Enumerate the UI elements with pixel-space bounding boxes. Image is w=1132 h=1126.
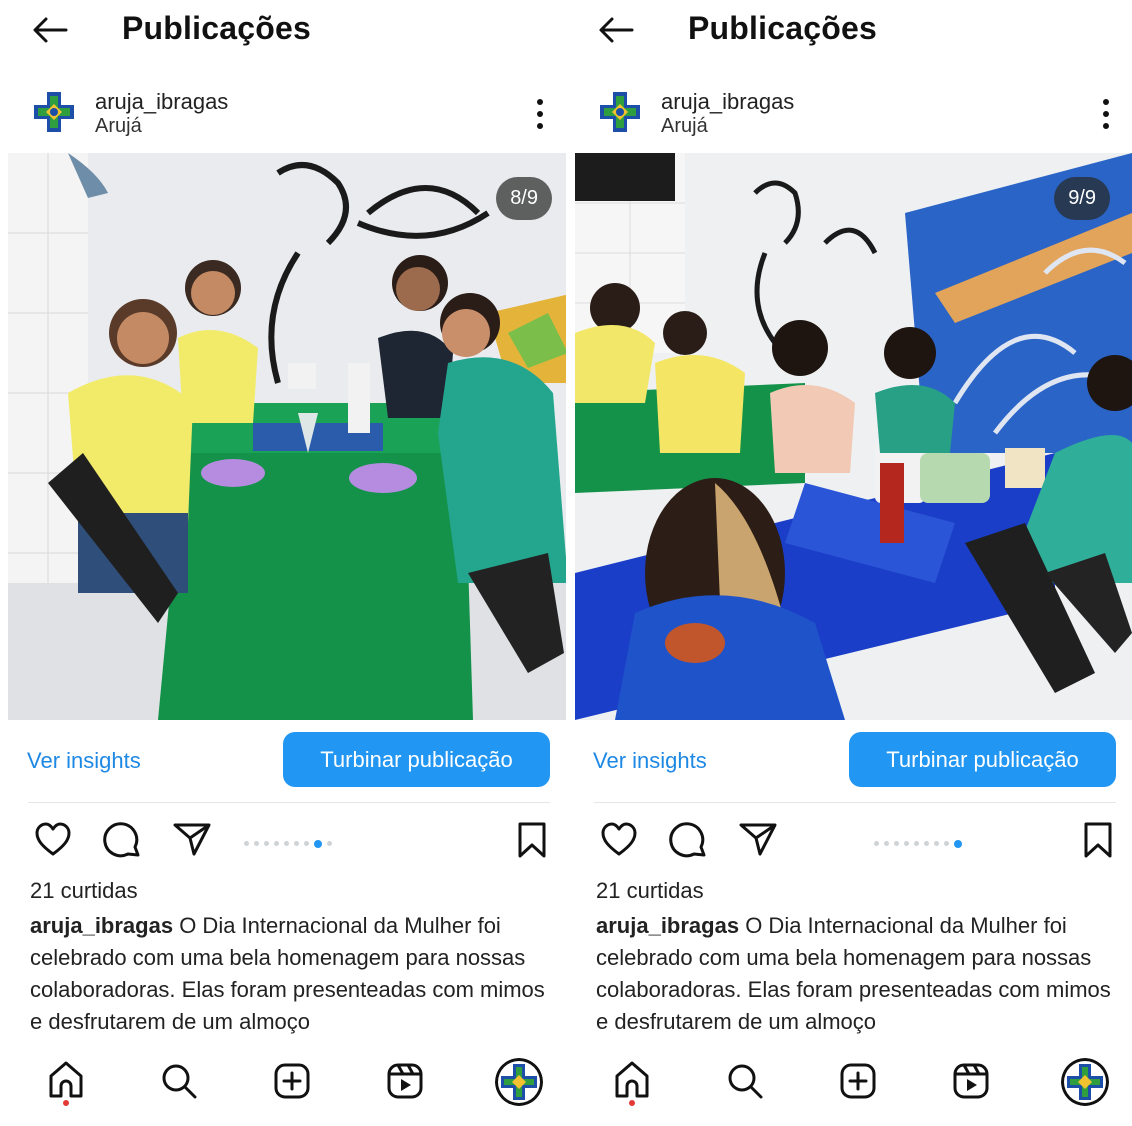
- notification-dot: [63, 1100, 69, 1106]
- divider: [594, 802, 1116, 803]
- notification-dot: [629, 1100, 635, 1106]
- carousel-dot: [294, 841, 299, 847]
- boost-post-button[interactable]: Turbinar publicação: [283, 732, 550, 787]
- avatar-logo-icon: [596, 88, 644, 136]
- carousel-indicator: [244, 835, 337, 848]
- top-bar: Publicações: [566, 0, 1132, 64]
- create-icon[interactable]: [839, 1062, 877, 1100]
- bottom-nav: [0, 1046, 566, 1126]
- share-icon[interactable]: [738, 821, 778, 857]
- caption-username[interactable]: aruja_ibragas: [596, 913, 739, 938]
- post-actions: [0, 815, 566, 865]
- likes-count[interactable]: 21 curtidas: [596, 878, 704, 904]
- carousel-dot: [924, 841, 929, 847]
- carousel-dot: [884, 841, 889, 847]
- back-arrow-icon[interactable]: [30, 10, 70, 50]
- photo-women-at-blue-table: [575, 153, 1132, 720]
- carousel-dot: [254, 841, 259, 847]
- top-bar: Publicações: [0, 0, 566, 64]
- carousel-dot: [914, 841, 919, 847]
- home-icon[interactable]: [612, 1058, 652, 1106]
- carousel-counter: 8/9: [496, 177, 552, 220]
- photo-women-at-green-table: [8, 153, 566, 720]
- boost-post-button[interactable]: Turbinar publicação: [849, 732, 1116, 787]
- bookmark-icon[interactable]: [516, 821, 548, 859]
- bottom-nav: [566, 1046, 1132, 1126]
- avatar-logo-icon: [495, 1058, 543, 1106]
- share-icon[interactable]: [172, 821, 212, 857]
- caption-username[interactable]: aruja_ibragas: [30, 913, 173, 938]
- carousel-dot: [874, 841, 879, 847]
- post-caption: aruja_ibragas O Dia Internacional da Mul…: [30, 910, 555, 1042]
- screen-left: Publicações aruja_ibragas Arujá 8/9 Ver …: [0, 0, 566, 1126]
- create-icon[interactable]: [273, 1062, 311, 1100]
- carousel-dot: [244, 841, 249, 847]
- search-icon[interactable]: [160, 1062, 198, 1100]
- carousel-indicator: [810, 835, 967, 848]
- comment-icon[interactable]: [668, 821, 708, 861]
- home-icon[interactable]: [46, 1058, 86, 1106]
- heart-icon[interactable]: [600, 821, 638, 857]
- view-insights-link[interactable]: Ver insights: [27, 748, 141, 774]
- post-photo[interactable]: 9/9: [575, 153, 1132, 720]
- reels-icon[interactable]: [386, 1062, 424, 1100]
- carousel-dot: [284, 841, 289, 847]
- carousel-dot: [904, 841, 909, 847]
- carousel-dot: [274, 841, 279, 847]
- carousel-dot-active: [954, 839, 962, 848]
- avatar[interactable]: [30, 88, 78, 136]
- likes-count[interactable]: 21 curtidas: [30, 878, 138, 904]
- comment-icon[interactable]: [102, 821, 142, 861]
- reels-icon[interactable]: [952, 1062, 990, 1100]
- more-vertical-icon[interactable]: [1093, 96, 1119, 132]
- carousel-dot: [934, 841, 939, 847]
- carousel-counter: 9/9: [1054, 177, 1110, 220]
- post-username[interactable]: aruja_ibragas: [95, 89, 228, 115]
- page-title: Publicações: [122, 10, 311, 46]
- insights-row: Ver insights Turbinar publicação: [0, 732, 566, 790]
- avatar-logo-icon: [30, 88, 78, 136]
- carousel-dot: [944, 841, 949, 847]
- post-photo[interactable]: 8/9: [8, 153, 566, 720]
- profile-avatar[interactable]: [1061, 1058, 1109, 1106]
- post-location[interactable]: Arujá: [95, 115, 142, 138]
- divider: [28, 802, 550, 803]
- post-header: aruja_ibragas Arujá: [0, 82, 566, 146]
- insights-row: Ver insights Turbinar publicação: [566, 732, 1132, 790]
- post-header: aruja_ibragas Arujá: [566, 82, 1132, 146]
- carousel-dot: [264, 841, 269, 847]
- carousel-dot: [327, 841, 332, 847]
- bookmark-icon[interactable]: [1082, 821, 1114, 859]
- carousel-dot-active: [314, 839, 322, 848]
- post-location[interactable]: Arujá: [661, 115, 708, 138]
- profile-avatar[interactable]: [495, 1058, 543, 1106]
- heart-icon[interactable]: [34, 821, 72, 857]
- back-arrow-icon[interactable]: [596, 10, 636, 50]
- carousel-dot: [894, 841, 899, 847]
- post-actions: [566, 815, 1132, 865]
- post-username[interactable]: aruja_ibragas: [661, 89, 794, 115]
- page-title: Publicações: [688, 10, 877, 46]
- screenshot-stage: Publicações aruja_ibragas Arujá 8/9 Ver …: [0, 0, 1132, 1126]
- post-caption: aruja_ibragas O Dia Internacional da Mul…: [596, 910, 1121, 1042]
- view-insights-link[interactable]: Ver insights: [593, 748, 707, 774]
- more-vertical-icon[interactable]: [527, 96, 553, 132]
- avatar[interactable]: [596, 88, 644, 136]
- carousel-dot: [304, 841, 309, 847]
- avatar-logo-icon: [1061, 1058, 1109, 1106]
- search-icon[interactable]: [726, 1062, 764, 1100]
- screen-right: Publicações aruja_ibragas Arujá 9/9 Ver …: [566, 0, 1132, 1126]
